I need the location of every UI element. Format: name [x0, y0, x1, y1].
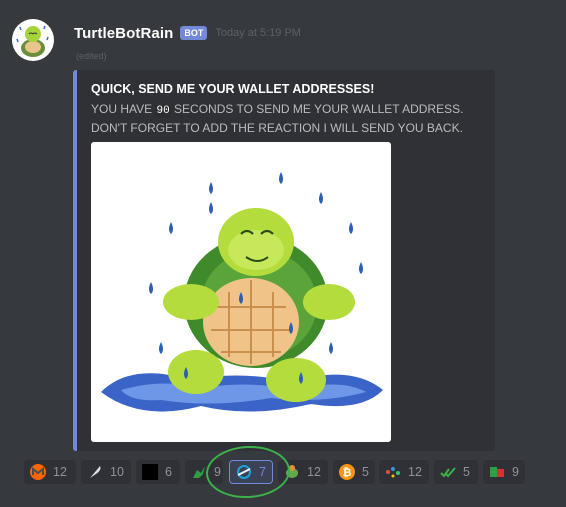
- message-header: TurtleBotRain BOT Today at 5:19 PM: [74, 24, 301, 42]
- bot-avatar[interactable]: [12, 19, 54, 61]
- bot-badge: BOT: [180, 26, 208, 40]
- reaction-count: 12: [307, 465, 321, 479]
- svg-text:₿: ₿: [343, 466, 352, 479]
- embed-title: QUICK, SEND ME YOUR WALLET ADDRESSES!: [91, 82, 375, 96]
- dragon-icon: [191, 464, 207, 480]
- black-square-icon: [142, 464, 158, 480]
- bitcoin-icon: ₿: [339, 464, 355, 480]
- embed-desc-before: YOU HAVE: [91, 102, 153, 116]
- feather-icon: [87, 464, 103, 480]
- reaction-count: 5: [463, 465, 470, 479]
- reaction-black-square[interactable]: 6: [136, 460, 180, 484]
- embed-seconds: 90: [155, 105, 171, 117]
- reaction-monero[interactable]: 12: [24, 460, 76, 484]
- green-red-icon: [489, 464, 505, 480]
- username[interactable]: TurtleBotRain: [74, 25, 173, 42]
- timestamp: Today at 5:19 PM: [215, 27, 301, 39]
- colorful-dots-icon: [385, 464, 401, 480]
- reaction-count: 12: [53, 465, 67, 479]
- reaction-count: 10: [110, 465, 124, 479]
- reaction-count: 5: [362, 465, 369, 479]
- edited-label: (edited): [76, 51, 107, 61]
- reaction-count: 9: [512, 465, 519, 479]
- reaction-green-checks[interactable]: 5: [434, 460, 478, 484]
- turtle-rain-image[interactable]: [91, 142, 391, 442]
- reaction-count: 12: [408, 465, 422, 479]
- highlight-circle: [204, 443, 292, 501]
- reaction-colorful-dots[interactable]: 12: [379, 460, 429, 484]
- embed-description: YOU HAVE 90 SECONDS TO SEND ME YOUR WALL…: [91, 101, 493, 137]
- reaction-bitcoin[interactable]: ₿ 5: [333, 460, 375, 484]
- green-checks-icon: [440, 464, 456, 480]
- reaction-green-red[interactable]: 9: [483, 460, 525, 484]
- message-embed: QUICK, SEND ME YOUR WALLET ADDRESSES! YO…: [73, 70, 495, 451]
- monero-icon: [30, 464, 46, 480]
- reaction-feather[interactable]: 10: [81, 460, 131, 484]
- reaction-count: 6: [165, 465, 172, 479]
